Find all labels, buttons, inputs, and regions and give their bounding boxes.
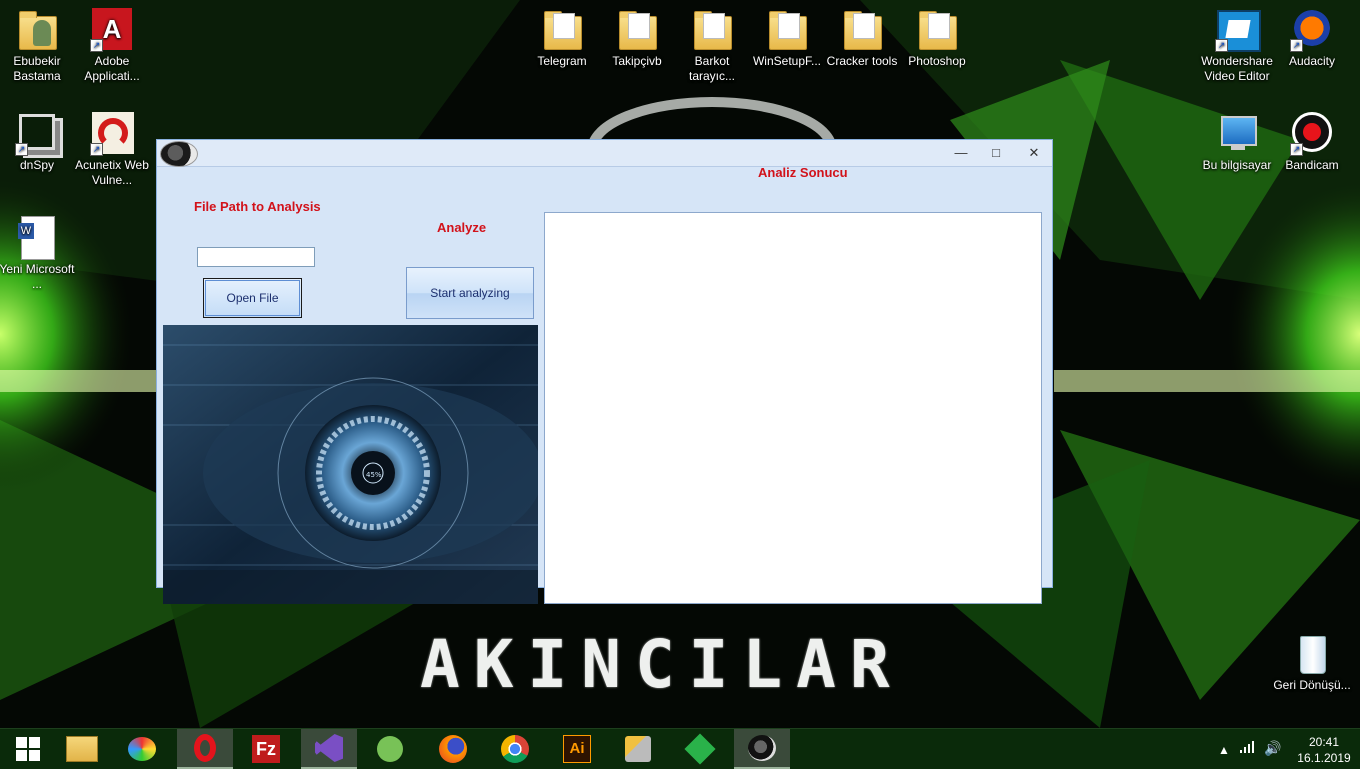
akincilar-app-icon bbox=[748, 735, 776, 761]
maximize-button[interactable]: □ bbox=[983, 144, 1009, 162]
winsetup-folder-icon bbox=[769, 11, 807, 50]
android-studio-icon bbox=[377, 736, 403, 762]
taskbar: Fz Ai ▲ 🔊 20:41 16.1.2019 bbox=[0, 728, 1360, 769]
desktop-icon-acunetix[interactable]: ↗ Acunetix Web Vulne... bbox=[72, 112, 152, 188]
open-file-button[interactable]: Open File bbox=[203, 278, 302, 318]
desktop-icon-adobe[interactable]: A ↗ Adobe Applicati... bbox=[72, 8, 152, 84]
recycle-bin-icon bbox=[1300, 636, 1326, 674]
taskbar-akincilar-app[interactable] bbox=[734, 729, 790, 769]
desktop-icon-telegram[interactable]: Telegram bbox=[522, 8, 602, 69]
desktop-icon-bandicam[interactable]: ↗ Bandicam bbox=[1272, 112, 1352, 173]
minimize-button[interactable]: — bbox=[948, 144, 974, 162]
taskbar-filezilla[interactable]: Fz bbox=[238, 729, 294, 769]
show-hidden-icons-chevron-icon[interactable]: ▲ bbox=[1218, 743, 1230, 757]
clock-date: 16.1.2019 bbox=[1297, 751, 1351, 765]
taskbar-file-explorer[interactable] bbox=[54, 729, 110, 769]
illustrator-icon: Ai bbox=[563, 735, 591, 763]
cyber-eye-image: 45% bbox=[163, 325, 538, 604]
desktop-icon-recycle-bin[interactable]: Geri Dönüşü... bbox=[1272, 632, 1352, 693]
taskbar-visual-studio[interactable] bbox=[301, 729, 357, 769]
volume-icon[interactable]: 🔊 bbox=[1264, 740, 1281, 757]
desktop-icon-ebubekir[interactable]: Ebubekir Bastama bbox=[0, 8, 77, 84]
taskbar-opera[interactable] bbox=[177, 729, 233, 769]
analysis-app-window: — □ ✕ File Path to Analysis Open File An… bbox=[156, 139, 1053, 604]
this-pc-icon bbox=[1221, 116, 1257, 146]
desktop-icon-word[interactable]: W Yeni Microsoft ... bbox=[0, 216, 77, 292]
taskbar-git-fork[interactable] bbox=[672, 729, 728, 769]
cracker-tools-folder-icon bbox=[844, 11, 882, 50]
close-button[interactable]: ✕ bbox=[1021, 144, 1047, 162]
visual-studio-icon bbox=[315, 734, 343, 762]
desktop-icon-winsetup[interactable]: WinSetupF... bbox=[747, 8, 827, 69]
desktop-icon-this-pc[interactable]: Bu bilgisayar bbox=[1197, 112, 1277, 173]
taskbar-paint[interactable] bbox=[114, 729, 170, 769]
eye-percent-text: 45% bbox=[366, 471, 382, 479]
app-logo-icon bbox=[160, 141, 198, 167]
windows-logo-icon bbox=[16, 737, 40, 761]
file-path-label: File Path to Analysis bbox=[194, 199, 321, 214]
window-client-area: File Path to Analysis Open File Analyze … bbox=[157, 165, 1052, 604]
network-icon[interactable] bbox=[1240, 741, 1256, 756]
taskbar-android-studio[interactable] bbox=[362, 729, 418, 769]
opera-icon bbox=[194, 734, 216, 762]
start-button[interactable] bbox=[0, 729, 56, 769]
paint-palette-icon bbox=[128, 737, 156, 761]
desktop-icon-wondershare[interactable]: ↗ Wondershare Video Editor bbox=[1197, 8, 1277, 84]
barkot-folder-icon bbox=[694, 11, 732, 50]
user-folder-icon bbox=[33, 20, 51, 46]
result-label: Analiz Sonucu bbox=[758, 165, 848, 180]
desktop-icon-cracker-tools[interactable]: Cracker tools bbox=[822, 8, 902, 69]
desktop-icon-audacity[interactable]: ↗ Audacity bbox=[1272, 8, 1352, 69]
taskbar-chrome[interactable] bbox=[487, 729, 543, 769]
file-explorer-icon bbox=[66, 736, 98, 762]
photoshop-folder-icon bbox=[919, 11, 957, 50]
analysis-result-textarea[interactable] bbox=[544, 212, 1042, 604]
firefox-icon bbox=[439, 735, 467, 763]
file-path-input[interactable] bbox=[197, 247, 315, 267]
taskbar-illustrator[interactable]: Ai bbox=[549, 729, 605, 769]
chrome-icon bbox=[501, 735, 529, 763]
telegram-folder-icon bbox=[544, 11, 582, 50]
fork-app-icon bbox=[684, 733, 716, 765]
tools-icon bbox=[625, 736, 651, 762]
desktop-icon-dnspy[interactable]: ↗ dnSpy bbox=[0, 112, 77, 173]
filezilla-icon: Fz bbox=[252, 735, 280, 763]
word-document-icon: W bbox=[18, 216, 55, 260]
taskbar-firefox[interactable] bbox=[425, 729, 481, 769]
desktop-icon-takipcivb[interactable]: Takipçivb bbox=[597, 8, 677, 69]
desktop-icon-photoshop[interactable]: Photoshop bbox=[897, 8, 977, 69]
clock-time: 20:41 bbox=[1308, 735, 1340, 749]
analyze-label: Analyze bbox=[437, 220, 487, 235]
clock[interactable]: 20:41 16.1.2019 bbox=[1296, 734, 1352, 766]
window-titlebar[interactable]: — □ ✕ bbox=[157, 140, 1052, 167]
taskbar-tools[interactable] bbox=[610, 729, 666, 769]
wallpaper-logo-text: AKINCILAR bbox=[420, 626, 904, 703]
start-analyzing-button[interactable]: Start analyzing bbox=[406, 267, 534, 319]
desktop-icon-barkot[interactable]: Barkot tarayıc... bbox=[672, 8, 752, 84]
takipcivb-folder-icon bbox=[619, 11, 657, 50]
